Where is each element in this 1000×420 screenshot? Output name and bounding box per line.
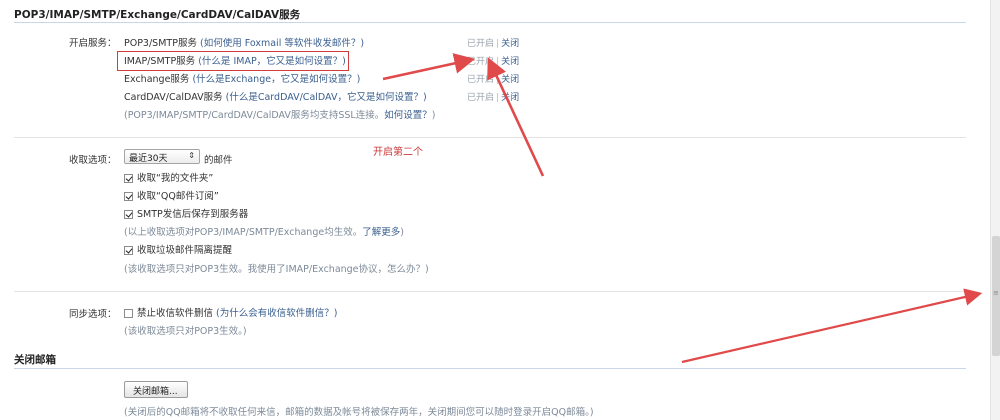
arrow-to-imap-below [487,57,545,177]
arrow-to-scrollbar [681,288,983,364]
page-scrollbar[interactable]: ≡ [990,0,1000,420]
annotation-arrows [382,53,983,364]
arrow-to-imap-left [382,53,476,81]
scrollbar-grip-icon: ≡ [993,289,999,297]
